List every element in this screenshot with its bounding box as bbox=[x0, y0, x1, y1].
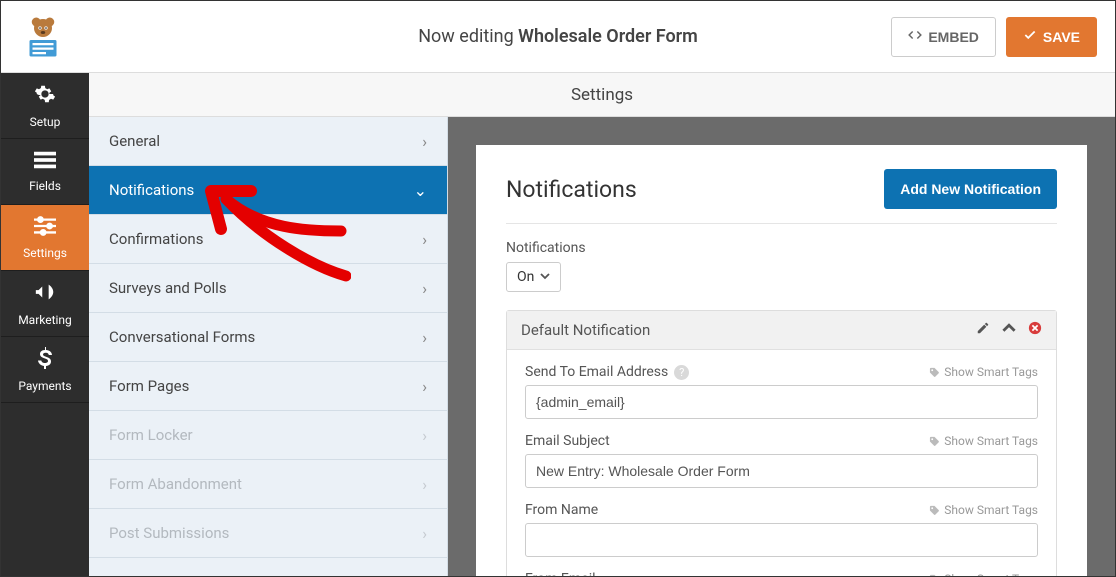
card-title: Default Notification bbox=[521, 321, 650, 339]
field-label: From Name bbox=[525, 502, 598, 518]
main-area: Notifications Add New Notification Notif… bbox=[448, 117, 1115, 576]
rail-item-marketing[interactable]: Marketing bbox=[1, 271, 89, 337]
chevron-right-icon: › bbox=[422, 377, 427, 396]
chevron-down-icon bbox=[540, 269, 550, 285]
left-rail: Setup Fields Settings Marketing Payments bbox=[1, 73, 89, 576]
chevron-right-icon: › bbox=[422, 475, 427, 494]
submenu-conversational[interactable]: Conversational Forms › bbox=[89, 313, 447, 362]
editing-prefix: Now editing bbox=[418, 26, 518, 47]
gear-icon bbox=[34, 83, 56, 110]
chevron-right-icon: › bbox=[422, 328, 427, 347]
field-label: From Email bbox=[525, 571, 596, 576]
settings-submenu: General › Notifications ⌄ Confirmations … bbox=[89, 117, 448, 576]
send-to-label-text: Send To Email Address bbox=[525, 364, 668, 380]
rail-label-setup: Setup bbox=[30, 115, 61, 129]
save-label: SAVE bbox=[1043, 29, 1080, 45]
panel-header: Notifications Add New Notification bbox=[506, 169, 1057, 224]
add-label: Add New Notification bbox=[900, 181, 1041, 197]
panel-title: Notifications bbox=[506, 176, 637, 203]
from-name-input[interactable] bbox=[525, 523, 1038, 557]
editing-title: Now editing Wholesale Order Form bbox=[418, 26, 698, 47]
field-subject: Email Subject Show Smart Tags bbox=[525, 433, 1038, 488]
chevron-right-icon: › bbox=[422, 230, 427, 249]
submenu-label: Form Abandonment bbox=[109, 475, 242, 493]
embed-label: EMBED bbox=[928, 29, 979, 45]
smart-tags-link[interactable]: Show Smart Tags bbox=[929, 365, 1038, 379]
submenu-general[interactable]: General › bbox=[89, 117, 447, 166]
submenu-label: Form Locker bbox=[109, 426, 193, 444]
smart-tags-text: Show Smart Tags bbox=[944, 572, 1038, 576]
wpforms-logo bbox=[19, 13, 67, 61]
card-tools bbox=[976, 321, 1042, 339]
card-body: Send To Email Address ? Show Smart Tags … bbox=[507, 350, 1056, 576]
rail-label-fields: Fields bbox=[29, 179, 61, 193]
list-icon bbox=[34, 150, 56, 174]
subject-input[interactable] bbox=[525, 454, 1038, 488]
rail-label-marketing: Marketing bbox=[18, 313, 72, 327]
check-icon bbox=[1023, 28, 1037, 45]
code-icon bbox=[908, 28, 922, 45]
send-to-input[interactable] bbox=[525, 385, 1038, 419]
notifications-toggle-label: Notifications bbox=[506, 240, 1057, 256]
rail-item-payments[interactable]: Payments bbox=[1, 337, 89, 403]
submenu-label: General bbox=[109, 132, 160, 150]
smart-tags-text: Show Smart Tags bbox=[944, 503, 1038, 517]
rail-label-payments: Payments bbox=[18, 379, 71, 393]
chevron-right-icon: › bbox=[422, 279, 427, 298]
top-actions: EMBED SAVE bbox=[891, 17, 1097, 57]
toggle-value: On bbox=[517, 269, 534, 285]
field-label: Send To Email Address ? bbox=[525, 364, 689, 380]
field-label: Email Subject bbox=[525, 433, 610, 449]
bullhorn-icon bbox=[34, 281, 56, 308]
chevron-up-icon[interactable] bbox=[1002, 321, 1016, 339]
submenu-label: Form Pages bbox=[109, 377, 189, 395]
submenu-label: Conversational Forms bbox=[109, 328, 255, 346]
smart-tags-link[interactable]: Show Smart Tags bbox=[929, 572, 1038, 576]
submenu-confirmations[interactable]: Confirmations › bbox=[89, 215, 447, 264]
close-icon[interactable] bbox=[1028, 321, 1042, 339]
edit-icon[interactable] bbox=[976, 321, 990, 339]
rail-item-settings[interactable]: Settings bbox=[1, 205, 89, 271]
submenu-label: Confirmations bbox=[109, 230, 203, 248]
sliders-icon bbox=[34, 216, 56, 241]
notification-card: Default Notification bbox=[506, 310, 1057, 576]
smart-tags-link[interactable]: Show Smart Tags bbox=[929, 434, 1038, 448]
submenu-form-pages[interactable]: Form Pages › bbox=[89, 362, 447, 411]
smart-tags-text: Show Smart Tags bbox=[944, 365, 1038, 379]
submenu-surveys[interactable]: Surveys and Polls › bbox=[89, 264, 447, 313]
smart-tags-link[interactable]: Show Smart Tags bbox=[929, 503, 1038, 517]
submenu-label: Surveys and Polls bbox=[109, 279, 227, 297]
editing-form-name: Wholesale Order Form bbox=[518, 26, 698, 47]
rail-item-fields[interactable]: Fields bbox=[1, 139, 89, 205]
submenu-form-abandonment[interactable]: Form Abandonment › bbox=[89, 460, 447, 509]
page-title-strip: Settings bbox=[89, 73, 1115, 117]
field-send-to: Send To Email Address ? Show Smart Tags bbox=[525, 364, 1038, 419]
rail-label-settings: Settings bbox=[23, 246, 67, 260]
help-icon[interactable]: ? bbox=[674, 365, 689, 380]
rail-item-setup[interactable]: Setup bbox=[1, 73, 89, 139]
top-bar: Now editing Wholesale Order Form EMBED S… bbox=[1, 1, 1115, 73]
submenu-post-submissions[interactable]: Post Submissions › bbox=[89, 509, 447, 558]
chevron-right-icon: › bbox=[422, 524, 427, 543]
add-notification-button[interactable]: Add New Notification bbox=[884, 169, 1057, 209]
field-from-email: From Email Show Smart Tags bbox=[525, 571, 1038, 576]
notifications-panel: Notifications Add New Notification Notif… bbox=[476, 145, 1087, 576]
submenu-notifications[interactable]: Notifications ⌄ bbox=[89, 166, 447, 215]
embed-button[interactable]: EMBED bbox=[891, 17, 996, 57]
dollar-icon bbox=[38, 347, 52, 374]
submenu-label: Post Submissions bbox=[109, 524, 229, 542]
submenu-label: Notifications bbox=[109, 181, 194, 199]
chevron-right-icon: › bbox=[422, 132, 427, 151]
card-header: Default Notification bbox=[507, 311, 1056, 350]
save-button[interactable]: SAVE bbox=[1006, 17, 1097, 57]
page-title: Settings bbox=[571, 85, 633, 105]
chevron-down-icon: ⌄ bbox=[414, 181, 427, 200]
notifications-toggle[interactable]: On bbox=[506, 262, 561, 292]
chevron-right-icon: › bbox=[422, 426, 427, 445]
smart-tags-text: Show Smart Tags bbox=[944, 434, 1038, 448]
field-from-name: From Name Show Smart Tags bbox=[525, 502, 1038, 557]
submenu-form-locker[interactable]: Form Locker › bbox=[89, 411, 447, 460]
